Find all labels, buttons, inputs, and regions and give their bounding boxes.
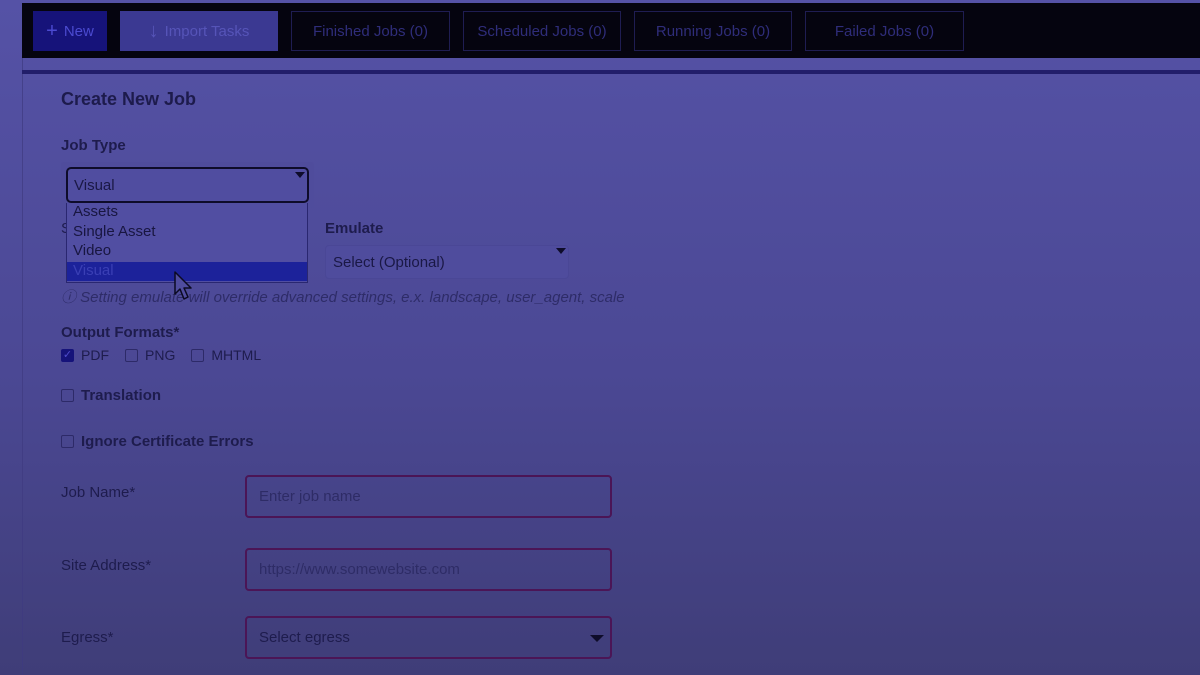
chevron-down-icon <box>590 635 604 642</box>
ignore-cert-option: Ignore Certificate Errors <box>61 433 254 450</box>
job-type-select[interactable]: Visual <box>66 167 309 203</box>
emulate-select[interactable]: Select (Optional) <box>325 245 569 279</box>
ignore-cert-label: Ignore Certificate Errors <box>81 433 254 450</box>
job-name-input[interactable]: Enter job name <box>245 475 612 518</box>
toolbar-divider <box>22 70 1200 74</box>
emulate-label: Emulate <box>325 220 384 237</box>
import-tasks-label: Import Tasks <box>164 22 250 40</box>
new-button[interactable]: + New <box>33 11 107 51</box>
page-left-border <box>22 58 23 675</box>
job-type-value: Visual <box>74 177 115 194</box>
job-type-option-video[interactable]: Video <box>67 242 307 262</box>
egress-select[interactable]: Select egress <box>245 616 612 659</box>
ignore-cert-checkbox[interactable] <box>61 435 74 448</box>
png-label: PNG <box>145 347 176 363</box>
pdf-checkbox[interactable]: ✓ <box>61 348 74 362</box>
output-formats-label: Output Formats* <box>61 324 180 341</box>
site-address-placeholder: https://www.somewebsite.com <box>259 561 460 578</box>
tab-finished-jobs[interactable]: Finished Jobs (0) <box>291 11 450 51</box>
import-tasks-button[interactable]: ↓ Import Tasks <box>120 11 278 51</box>
translation-checkbox[interactable] <box>61 389 74 402</box>
site-address-label: Site Address* <box>61 557 152 574</box>
job-type-option-assets[interactable]: Assets <box>67 203 307 223</box>
output-formats-group: ✓ PDF PNG MHTML <box>61 347 277 363</box>
job-type-option-single-asset[interactable]: Single Asset <box>67 223 307 243</box>
egress-value: Select egress <box>259 629 350 646</box>
tab-running-jobs[interactable]: Running Jobs (0) <box>634 11 792 51</box>
top-toolbar: + New ↓ Import Tasks Finished Jobs (0) S… <box>22 3 1200 58</box>
mouse-cursor-icon <box>174 271 192 300</box>
tab-failed-jobs[interactable]: Failed Jobs (0) <box>805 11 964 51</box>
tab-scheduled-jobs[interactable]: Scheduled Jobs (0) <box>463 11 621 51</box>
emulate-hint: ⓘ Setting emulate will override advanced… <box>61 289 625 306</box>
mhtml-checkbox[interactable] <box>191 348 205 362</box>
arrow-down-icon: ↓ <box>148 20 159 42</box>
job-name-placeholder: Enter job name <box>259 488 361 505</box>
site-address-input[interactable]: https://www.somewebsite.com <box>245 548 612 591</box>
png-checkbox[interactable] <box>125 348 138 362</box>
page-title: Create New Job <box>61 89 197 109</box>
translation-label: Translation <box>81 387 162 404</box>
emulate-value: Select (Optional) <box>333 254 445 271</box>
translation-option: Translation <box>61 387 161 404</box>
checkmark-icon: ✓ <box>62 348 73 361</box>
new-button-label: New <box>63 22 94 40</box>
tab-label: Failed Jobs (0) <box>834 22 935 40</box>
plus-icon: + <box>46 20 58 42</box>
pdf-label: PDF <box>81 347 109 363</box>
job-type-label: Job Type <box>61 137 126 154</box>
mhtml-label: MHTML <box>211 347 262 363</box>
tab-label: Finished Jobs (0) <box>312 22 429 40</box>
tab-label: Scheduled Jobs (0) <box>477 22 607 40</box>
chevron-down-icon <box>556 248 566 254</box>
job-name-label: Job Name* <box>61 484 136 501</box>
tab-label: Running Jobs (0) <box>655 22 771 40</box>
chevron-down-icon <box>295 172 305 178</box>
egress-label: Egress* <box>61 629 114 646</box>
